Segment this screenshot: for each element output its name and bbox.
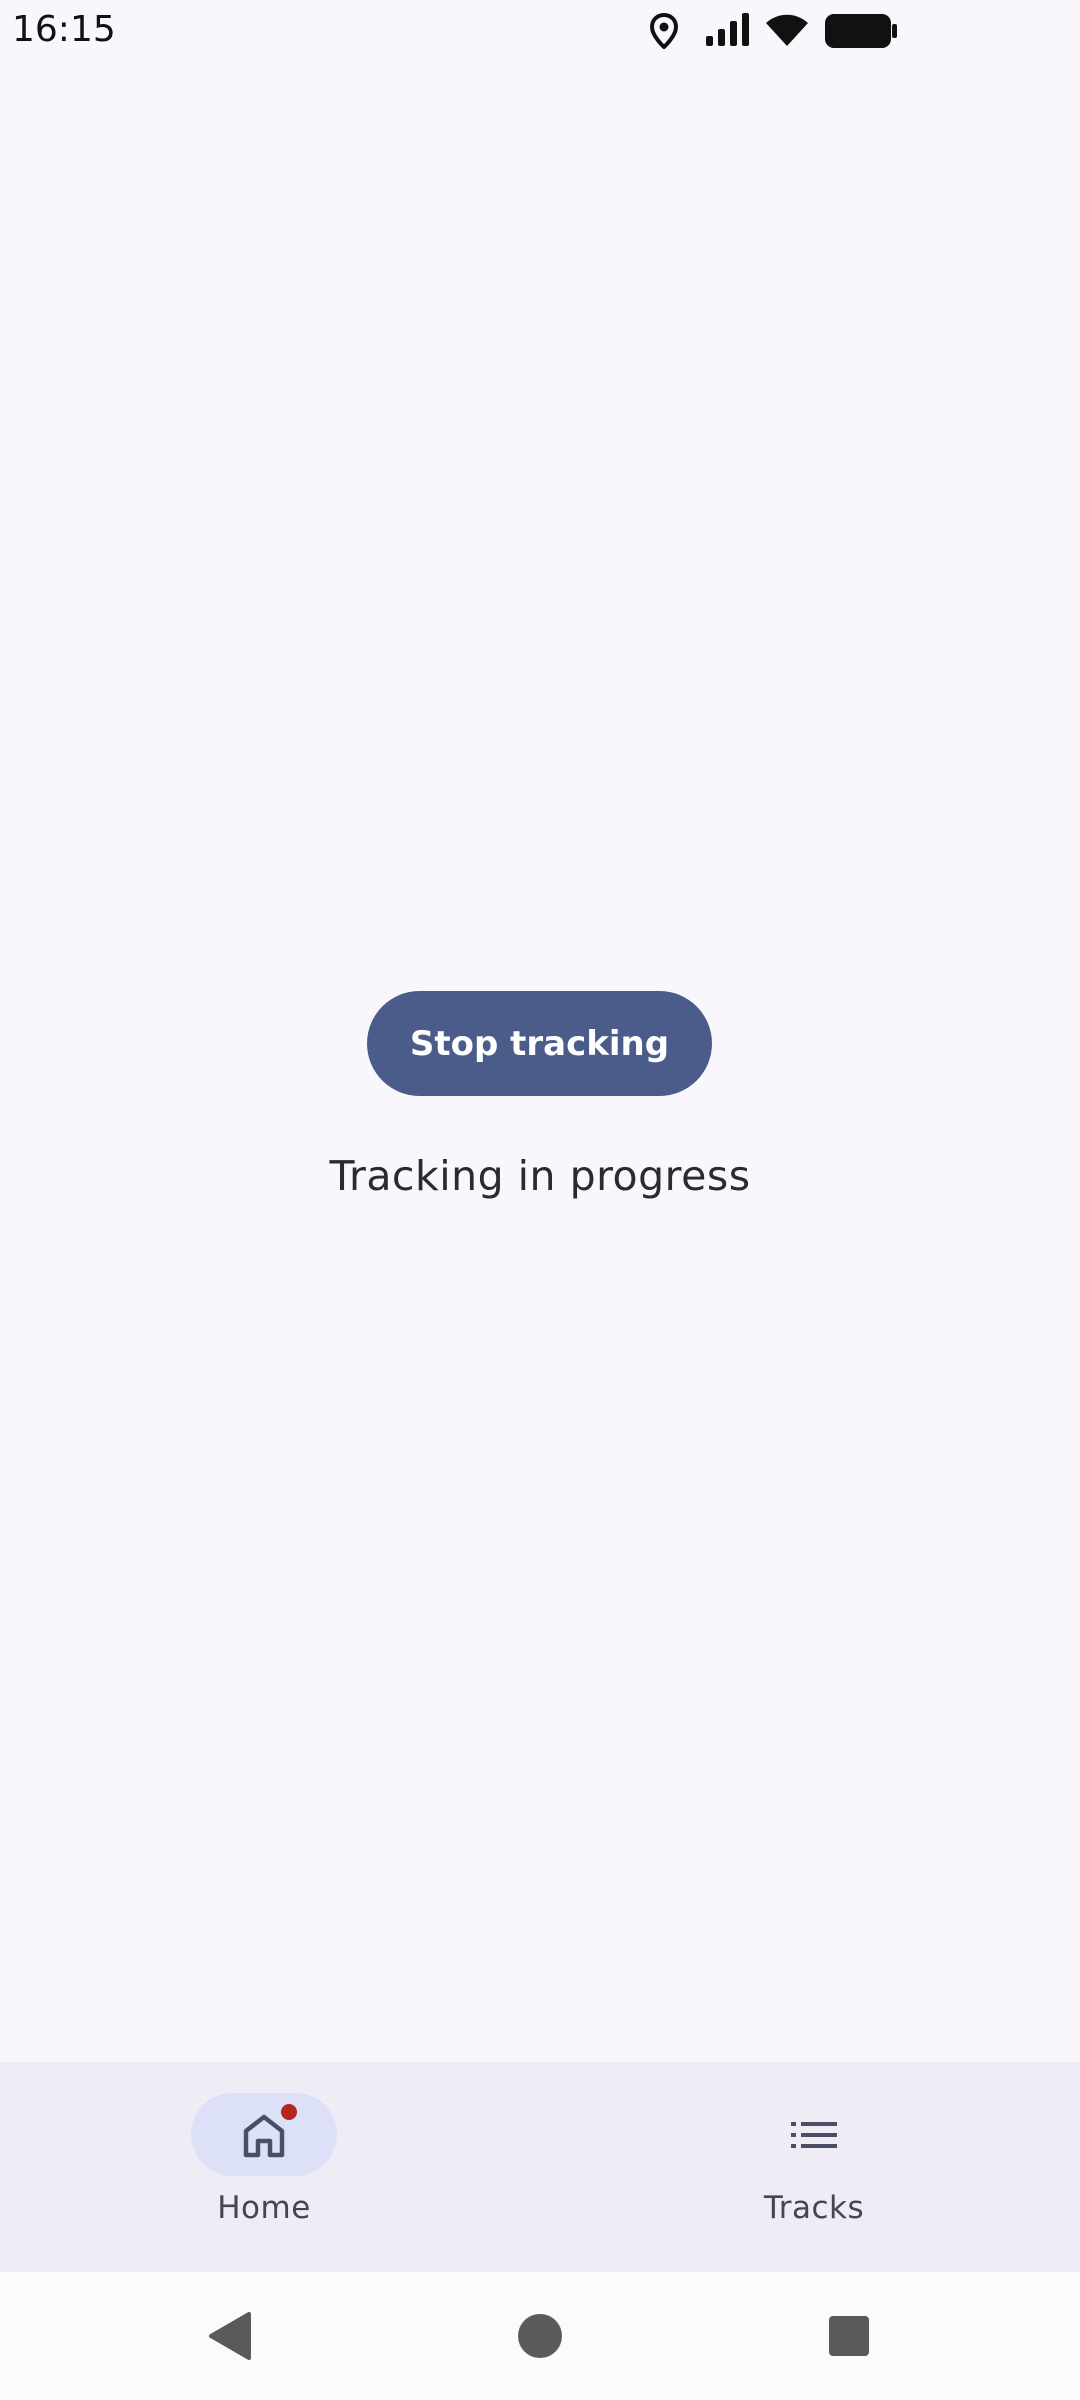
bottom-navigation: Home Tracks — [0, 2062, 1080, 2272]
recents-icon — [829, 2316, 869, 2356]
nav-item-home[interactable]: Home — [114, 2062, 414, 2272]
nav-item-tracks[interactable]: Tracks — [664, 2062, 964, 2272]
battery-icon — [825, 14, 897, 48]
system-back-button[interactable] — [169, 2272, 289, 2400]
back-icon — [209, 2312, 251, 2360]
system-home-button[interactable] — [480, 2272, 600, 2400]
status-icons — [650, 0, 990, 62]
location-icon — [650, 13, 678, 49]
tracking-status-text: Tracking in progress — [329, 1152, 751, 1200]
system-navigation-bar — [0, 2272, 1080, 2400]
status-bar: 16:15 — [0, 0, 1080, 62]
stop-tracking-button[interactable]: Stop tracking — [367, 991, 712, 1096]
main-content: Stop tracking Tracking in progress — [0, 62, 1080, 2060]
signal-icon — [706, 13, 749, 46]
wifi-icon — [766, 14, 808, 46]
notification-badge — [281, 2104, 297, 2120]
status-time: 16:15 — [12, 9, 116, 50]
home-circle-icon — [518, 2314, 562, 2358]
nav-label-tracks: Tracks — [763, 2190, 865, 2226]
list-icon — [791, 2122, 837, 2148]
nav-label-home: Home — [217, 2190, 311, 2226]
system-recents-button[interactable] — [789, 2272, 909, 2400]
